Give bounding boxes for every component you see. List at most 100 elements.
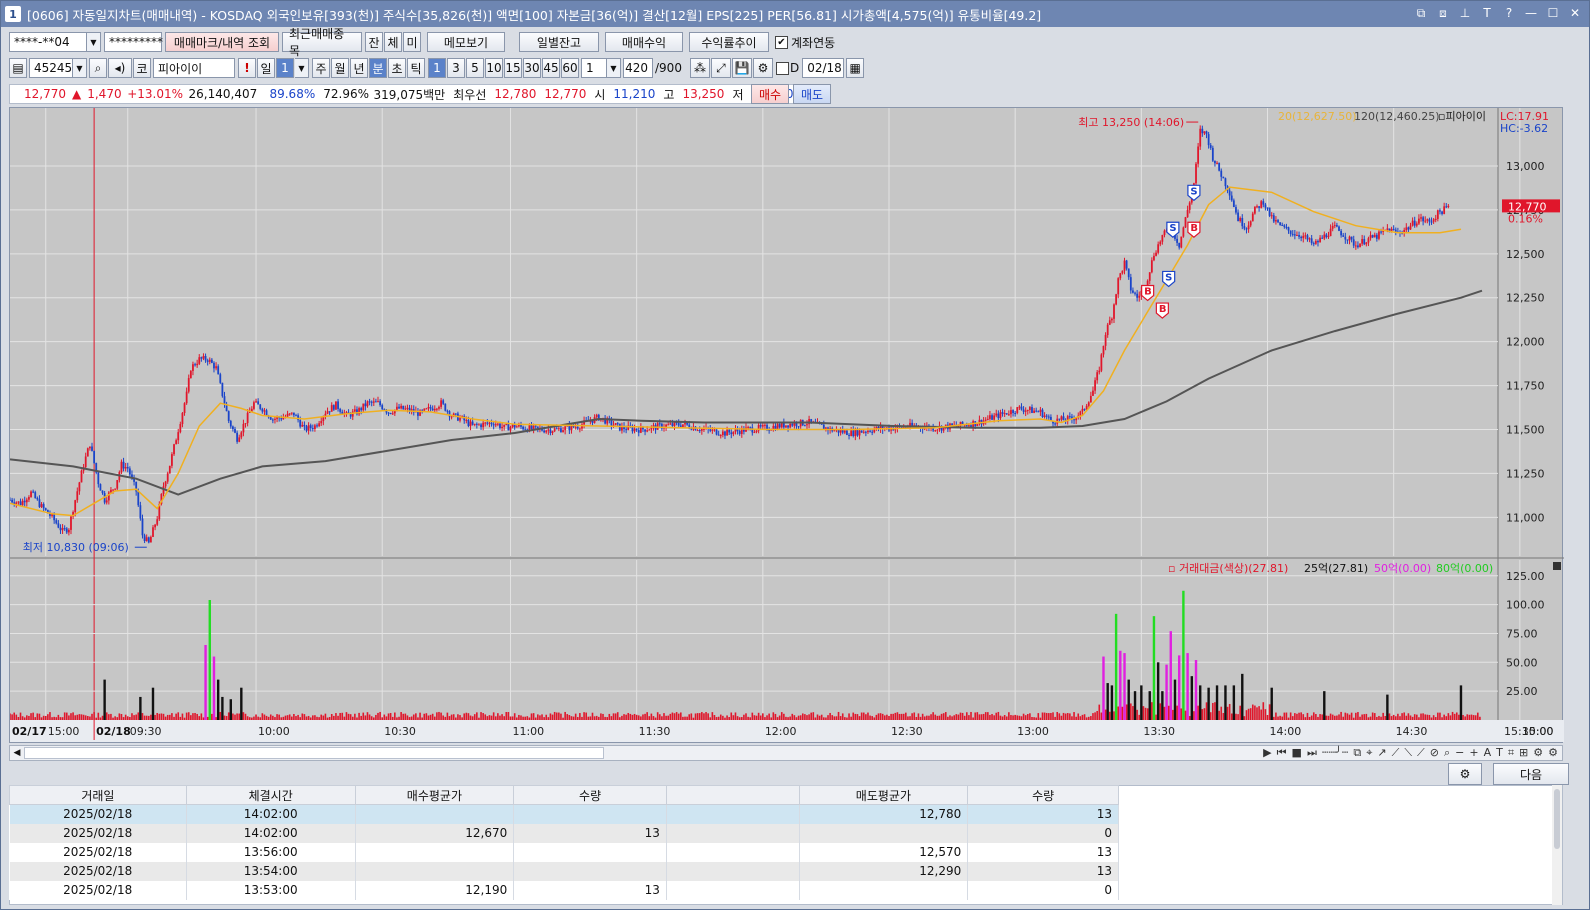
alert-icon[interactable]: ! — [238, 58, 256, 78]
pin-icon[interactable]: ⊥ — [1457, 4, 1473, 22]
chart-tool-icon[interactable]: − — [1455, 746, 1464, 760]
chart-tool-icon[interactable]: ▶ — [1263, 746, 1271, 760]
stock-name-field[interactable]: 피아이이 — [153, 58, 235, 78]
memo-view-button[interactable]: 메모보기 — [427, 32, 505, 52]
copy-window-icon[interactable]: ⧈ — [1435, 4, 1451, 22]
chart-tool-icon[interactable]: ⏭ — [1307, 746, 1317, 760]
col-buy-qty[interactable]: 수량 — [513, 785, 667, 805]
chart-tool-icon[interactable]: + — [1469, 746, 1478, 760]
table-scroll-thumb[interactable] — [1554, 789, 1560, 849]
trade-mark-label[interactable]: S — [1165, 272, 1172, 283]
link-window-icon[interactable]: ⧉ — [1413, 4, 1429, 22]
col-sell-qty[interactable]: 수량 — [967, 785, 1119, 805]
period-second-button[interactable]: 초 — [388, 58, 406, 78]
period-dropdown-icon[interactable]: ▼ — [295, 58, 309, 78]
trade-mark-label[interactable]: B — [1144, 286, 1152, 297]
period-year-button[interactable]: 년 — [350, 58, 368, 78]
chart-tool-icon[interactable]: ┄┄╯┄ — [1322, 746, 1349, 760]
chart-tool-icon[interactable]: ⟋ — [1417, 746, 1425, 760]
interval-30-button[interactable]: 30 — [523, 58, 541, 78]
chart-scrollbar[interactable]: ◀ ▶ ⏮ ■ ⏭ ┄┄╯┄ ⧉ ⌖ ↗ ⟋ ⟍ ⟋ ⊘ ⌕ − + A T ⌗ ⊞ ⚙ ⚙ — [9, 745, 1563, 761]
chart-tool-icon[interactable]: ⟍ — [1404, 746, 1412, 760]
market-label[interactable]: 코 — [133, 58, 151, 78]
period-tick-button[interactable]: 틱 — [407, 58, 425, 78]
date-input[interactable]: 02/18 — [802, 58, 845, 78]
period-week-button[interactable]: 주 — [312, 58, 330, 78]
code-dropdown-icon[interactable]: ▼ — [73, 58, 87, 78]
trade-mark-label[interactable]: B — [1159, 304, 1167, 315]
table-settings-icon[interactable]: ⚙ — [1448, 763, 1482, 785]
font-icon[interactable]: T — [1479, 4, 1495, 22]
password-input[interactable]: ********* — [104, 32, 163, 52]
search-icon[interactable]: ⌕ — [89, 58, 107, 78]
calendar-icon[interactable]: ▦ — [846, 58, 865, 78]
save-icon[interactable]: 💾 — [731, 58, 752, 78]
settings-icon[interactable]: ⚙ — [752, 58, 773, 78]
count-input[interactable]: 1 — [581, 58, 607, 78]
sell-button[interactable]: 매도 — [793, 84, 831, 104]
interval-5-button[interactable]: 5 — [466, 58, 484, 78]
stock-code-input[interactable]: 452450 — [29, 58, 80, 78]
trade-mark-label[interactable]: S — [1190, 186, 1197, 197]
period-count-button[interactable]: 1 — [276, 58, 294, 78]
chart-tool-icon[interactable]: ■ — [1292, 746, 1302, 760]
period-month-button[interactable]: 월 — [331, 58, 349, 78]
col-sell-avg[interactable]: 매도평균가 — [798, 785, 969, 805]
account-link-checkbox[interactable]: ✔ — [775, 35, 788, 49]
period-day-button[interactable]: 일 — [257, 58, 275, 78]
close-icon[interactable]: ✕ — [1567, 4, 1583, 22]
interval-10-button[interactable]: 10 — [485, 58, 503, 78]
table-row[interactable]: 2025/02/18 14:02:00 12,780 13 — [9, 804, 1119, 824]
chart-tool-icon[interactable]: ⊞ — [1519, 746, 1528, 760]
bars-input[interactable]: 420 — [623, 58, 653, 78]
account-dropdown-icon[interactable]: ▼ — [87, 32, 101, 52]
date-checkbox[interactable] — [775, 61, 789, 75]
minimize-icon[interactable]: — — [1523, 4, 1539, 22]
trade-mark-label[interactable]: S — [1169, 223, 1176, 234]
help-icon[interactable]: ? — [1501, 4, 1517, 22]
chart-canvas[interactable]: 13,00012,75012,50012,25012,00011,75011,5… — [10, 108, 1564, 744]
interval-60-button[interactable]: 60 — [561, 58, 579, 78]
chart-tool-icon[interactable]: ⧉ — [1353, 746, 1361, 760]
code-list-icon[interactable]: ▤ — [9, 58, 27, 78]
chart-tool-icon[interactable]: ⌕ — [1444, 746, 1450, 760]
buy-button[interactable]: 매수 — [751, 84, 789, 104]
chart-tool-icon[interactable]: ⟋ — [1392, 746, 1400, 760]
trade-profit-button[interactable]: 매매수익 — [605, 32, 683, 52]
scroll-left-icon[interactable]: ◀ — [10, 748, 24, 758]
table-row[interactable]: 2025/02/18 13:56:00 12,570 13 — [9, 842, 1119, 862]
col-time[interactable]: 체결시간 — [185, 785, 356, 805]
trade-mark-label[interactable]: B — [1190, 223, 1198, 234]
interval-45-button[interactable]: 45 — [542, 58, 560, 78]
jan-button[interactable]: 잔 — [365, 32, 383, 52]
chart-tool-icon[interactable]: A — [1484, 746, 1492, 760]
scroll-thumb[interactable] — [24, 747, 604, 759]
sound-icon[interactable]: ◂) — [108, 58, 132, 78]
interval-15-button[interactable]: 15 — [504, 58, 522, 78]
next-button[interactable]: 다음 — [1493, 763, 1569, 785]
che-button[interactable]: 체 — [384, 32, 402, 52]
table-row[interactable]: 2025/02/18 14:02:00 12,670 13 0 — [9, 823, 1119, 843]
app-number-icon[interactable]: 1 — [5, 6, 21, 22]
col-buy-avg[interactable]: 매수평균가 — [354, 785, 515, 805]
profit-rate-button[interactable]: 수익률추이 — [689, 32, 769, 52]
interval-3-button[interactable]: 3 — [447, 58, 465, 78]
chart-tool-icon[interactable]: ⏮ — [1277, 746, 1287, 760]
chart-tool-icon[interactable]: ⊘ — [1430, 746, 1439, 760]
table-scrollbar[interactable] — [1552, 785, 1562, 905]
chart-type-icon[interactable]: ⁂ — [689, 58, 710, 78]
chart-tool-icon[interactable]: ⌗ — [1508, 746, 1514, 760]
table-row[interactable]: 2025/02/18 13:54:00 12,290 13 — [9, 861, 1119, 881]
chart-tool-icon[interactable]: ⚙ — [1533, 746, 1543, 760]
mi-button[interactable]: 미 — [403, 32, 421, 52]
recent-stocks-button[interactable]: 최근매매종목 — [282, 27, 362, 58]
count-dropdown-icon[interactable]: ▼ — [607, 58, 621, 78]
draw-tool-icon[interactable]: ⤢ — [710, 58, 731, 78]
period-minute-button[interactable]: 분 — [369, 58, 387, 78]
trade-mark-query-button[interactable]: 매매마크/내역 조회 — [165, 32, 279, 52]
interval-1-button[interactable]: 1 — [428, 58, 446, 78]
daily-balance-button[interactable]: 일별잔고 — [519, 32, 599, 52]
chart-tool-icon[interactable]: ↗ — [1377, 746, 1386, 760]
col-date[interactable]: 거래일 — [9, 785, 187, 805]
maximize-icon[interactable]: ☐ — [1545, 4, 1561, 22]
